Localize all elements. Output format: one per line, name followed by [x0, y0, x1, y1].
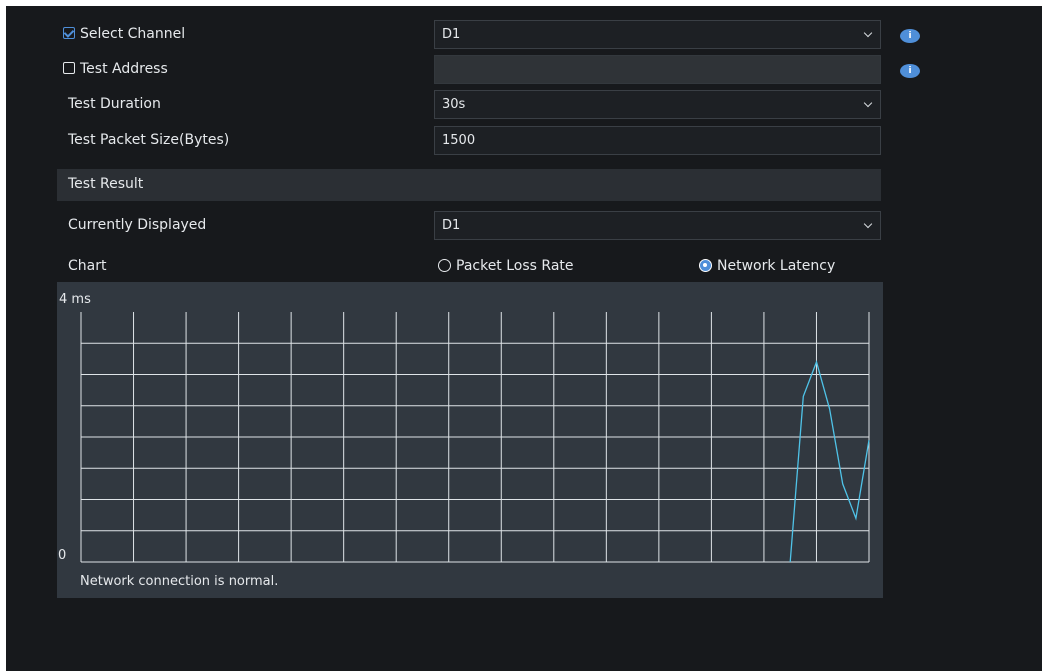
- network-latency-radio[interactable]: [699, 259, 712, 272]
- test-result-title: Test Result: [68, 176, 144, 192]
- test-address-input[interactable]: [434, 55, 881, 84]
- currently-displayed-label: Currently Displayed: [68, 217, 207, 233]
- latency-series-line: [789, 359, 870, 563]
- currently-displayed-value: D1: [442, 218, 461, 233]
- test-address-label: Test Address: [80, 61, 168, 77]
- packet-loss-label[interactable]: Packet Loss Rate: [456, 258, 574, 274]
- test-address-checkbox[interactable]: [63, 62, 75, 74]
- packet-size-label: Test Packet Size(Bytes): [68, 132, 230, 148]
- packet-size-input[interactable]: 1500: [434, 126, 881, 155]
- test-duration-value: 30s: [442, 97, 466, 112]
- chevron-down-icon: [863, 98, 873, 108]
- info-icon[interactable]: i: [900, 64, 920, 78]
- chevron-down-icon: [863, 28, 873, 38]
- info-icon[interactable]: i: [900, 29, 920, 43]
- currently-displayed-dropdown[interactable]: D1: [434, 211, 881, 240]
- chart-label: Chart: [68, 258, 107, 274]
- test-duration-label: Test Duration: [68, 96, 161, 112]
- chevron-down-icon: [863, 219, 873, 229]
- select-channel-checkbox[interactable]: [63, 27, 75, 39]
- latency-chart: 4 ms 0 Network connection is normal.: [57, 282, 883, 598]
- network-latency-label[interactable]: Network Latency: [717, 258, 835, 274]
- test-result-header: Test Result: [57, 169, 881, 201]
- network-status-text: Network connection is normal.: [80, 574, 279, 589]
- test-duration-dropdown[interactable]: 30s: [434, 90, 881, 119]
- chart-plot-area: [80, 312, 870, 563]
- select-channel-value: D1: [442, 27, 461, 42]
- packet-loss-radio[interactable]: [438, 259, 451, 272]
- select-channel-dropdown[interactable]: D1: [434, 20, 881, 49]
- select-channel-label: Select Channel: [80, 26, 186, 42]
